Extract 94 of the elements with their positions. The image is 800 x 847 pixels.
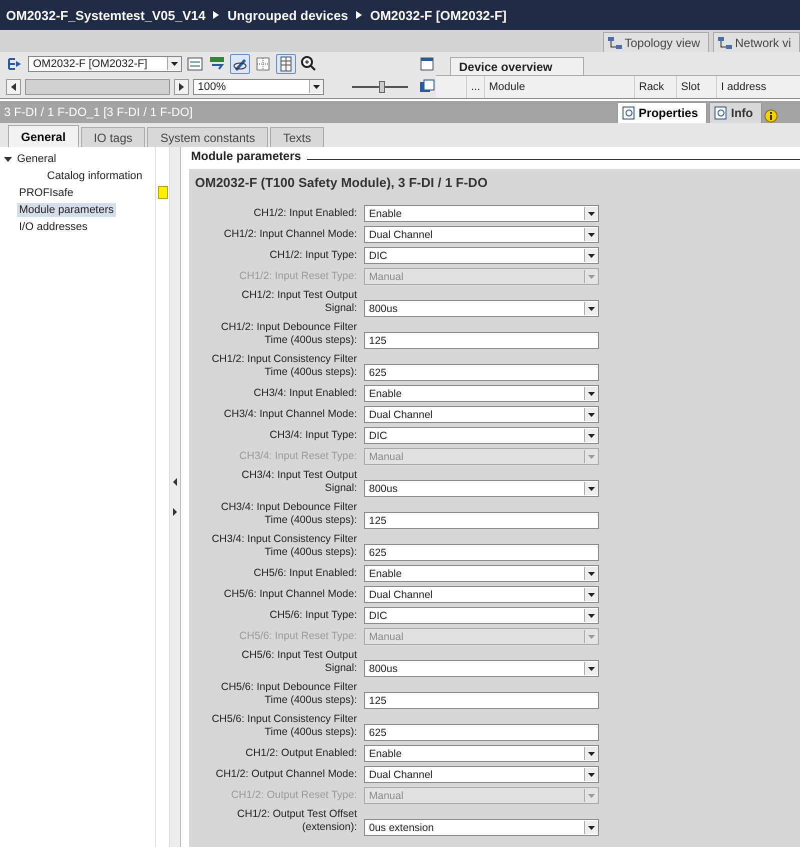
nav-item[interactable]: General	[15, 152, 58, 166]
pen-icon[interactable]	[230, 54, 250, 74]
zoom-dropdown[interactable]: 100%	[192, 78, 324, 94]
tab[interactable]: Texts	[270, 127, 324, 147]
tab[interactable]: System constants	[147, 127, 268, 147]
column-header[interactable]: Slot	[676, 76, 716, 98]
breadcrumb-item[interactable]: OM2032-F [OM2032-F]	[370, 8, 507, 22]
column-header[interactable]: Rack	[634, 76, 676, 98]
nav-item[interactable]: Module parameters	[17, 202, 116, 216]
field-label: CH3/4: Input Reset Type:	[238, 450, 357, 464]
field-label: CH1/2: Output Test Offset (extension):	[236, 808, 357, 835]
parameter-dropdown[interactable]: 800us	[364, 480, 599, 497]
field-label: CH3/4: Input Consistency Filter Time (400us steps):	[210, 533, 357, 560]
parameter-dropdown[interactable]: Dual Channel	[364, 226, 599, 243]
parameter-input[interactable]: 125	[364, 512, 599, 529]
breadcrumb-separator-icon	[356, 11, 362, 19]
field-label: CH1/2: Input Reset Type:	[238, 270, 357, 284]
panel-icon[interactable]	[418, 54, 436, 72]
parameter-dropdown[interactable]: Dual Channel	[364, 766, 599, 783]
slider-thumb[interactable]	[378, 80, 385, 92]
view-tab[interactable]: Topology view	[602, 32, 709, 52]
breadcrumb-item[interactable]: OM2032-F_Systemtest_V05_V14	[6, 8, 206, 22]
section-title: Module parameters	[191, 149, 302, 163]
field-label: CH5/6: Input Consistency Filter Time (400us steps):	[210, 713, 357, 740]
document-icon	[714, 106, 728, 120]
field-label: CH1/2: Output Enabled:	[244, 747, 357, 761]
column-header[interactable]: Module	[484, 76, 634, 98]
field-label: CH1/2: Output Channel Mode:	[214, 768, 357, 782]
tab[interactable]: General	[8, 125, 79, 147]
field-label: CH5/6: Input Debounce Filter Time (400us steps):	[220, 681, 357, 708]
field-label: CH1/2: Output Reset Type:	[230, 789, 357, 803]
nav-item[interactable]: Catalog information	[45, 168, 144, 182]
parameter-dropdown[interactable]: DIC	[364, 607, 599, 624]
device-dropdown[interactable]: OM2032-F [OM2032-F]	[28, 56, 182, 72]
field-label: CH1/2: Input Channel Mode:	[222, 228, 357, 242]
inspector-tab[interactable]: Properties	[616, 102, 707, 123]
parameter-dropdown[interactable]: 0us extension	[364, 819, 599, 836]
field-label: CH5/6: Input Channel Mode:	[222, 588, 357, 602]
field-label: CH1/2: Input Enabled:	[252, 207, 357, 221]
tab[interactable]: IO tags	[80, 127, 146, 147]
field-label: CH1/2: Input Consistency Filter Time (400us steps):	[210, 353, 357, 380]
parameter-dropdown[interactable]: Enable	[364, 385, 599, 402]
field-label: CH3/4: Input Type:	[268, 429, 357, 443]
scroll-right-button[interactable]	[174, 78, 189, 94]
nav-item[interactable]: I/O addresses	[17, 220, 90, 234]
field-label: CH3/4: Input Debounce Filter Time (400us steps):	[220, 501, 357, 528]
parameter-dropdown[interactable]: 800us	[364, 300, 599, 317]
parameter-input[interactable]: 625	[364, 724, 599, 741]
right-arrow-icon	[178, 82, 184, 90]
parameter-dropdown[interactable]: Dual Channel	[364, 406, 599, 423]
inspector-title: 3 F-DI / 1 F-DO_1 [3 F-DI / 1 F-DO]	[3, 105, 193, 119]
left-arrow-icon	[11, 82, 16, 90]
scroll-left-button[interactable]	[6, 78, 22, 94]
grid-icon[interactable]	[254, 54, 272, 72]
topology-icon	[608, 36, 622, 48]
field-label: CH5/6: Input Test Output Signal:	[240, 649, 357, 676]
nav-item[interactable]: PROFIsafe	[17, 186, 76, 200]
collapse-arrow-icon[interactable]	[4, 154, 12, 162]
parameter-dropdown[interactable]: 800us	[364, 660, 599, 677]
parameter-dropdown[interactable]: DIC	[364, 427, 599, 444]
field-label: CH5/6: Input Enabled:	[252, 567, 357, 581]
parameter-input[interactable]: 625	[364, 364, 599, 381]
info-icon	[764, 109, 778, 123]
topology-icon	[718, 36, 732, 48]
column-header[interactable]: ...	[466, 76, 484, 98]
field-label: CH5/6: Input Type:	[268, 609, 357, 623]
zoom-icon[interactable]	[300, 54, 318, 72]
module-title: OM2032-F (T100 Safety Module), 3 F-DI / 1 F-DO	[194, 175, 489, 192]
field-label: CH1/2: Input Debounce Filter Time (400us steps):	[220, 321, 357, 348]
parameter-dropdown[interactable]: Enable	[364, 565, 599, 582]
field-label: CH5/6: Input Reset Type:	[238, 630, 357, 644]
parameter-input[interactable]: 125	[364, 332, 599, 349]
breadcrumb-separator-icon	[213, 11, 220, 19]
device-overview-tab[interactable]: Device overview	[450, 57, 584, 75]
parameter-input[interactable]: 625	[364, 544, 599, 561]
expand-right-icon[interactable]	[173, 508, 177, 516]
horizontal-scrollbar[interactable]	[25, 78, 170, 94]
parameter-dropdown[interactable]: DIC	[364, 247, 599, 264]
document-icon	[622, 106, 636, 120]
inspector-tab[interactable]: Info	[709, 102, 762, 123]
parameter-dropdown[interactable]: Enable	[364, 205, 599, 222]
field-label: CH3/4: Input Channel Mode:	[222, 408, 357, 422]
field-label: CH1/2: Input Test Output Signal:	[240, 289, 357, 316]
field-label: CH1/2: Input Type:	[268, 249, 357, 263]
field-label: CH3/4: Input Test Output Signal:	[240, 469, 357, 496]
parameter-dropdown[interactable]: Dual Channel	[364, 586, 599, 603]
breadcrumb-item[interactable]: Ungrouped devices	[227, 8, 348, 22]
column-header[interactable]: I address	[716, 76, 776, 98]
collapse-left-icon[interactable]	[173, 478, 177, 486]
table-icon[interactable]	[276, 54, 296, 74]
parameter-dropdown[interactable]: Enable	[364, 745, 599, 762]
view-tab[interactable]: Network vi	[712, 32, 800, 52]
parameter-input[interactable]: 125	[364, 692, 599, 709]
field-label: CH3/4: Input Enabled:	[252, 387, 357, 401]
